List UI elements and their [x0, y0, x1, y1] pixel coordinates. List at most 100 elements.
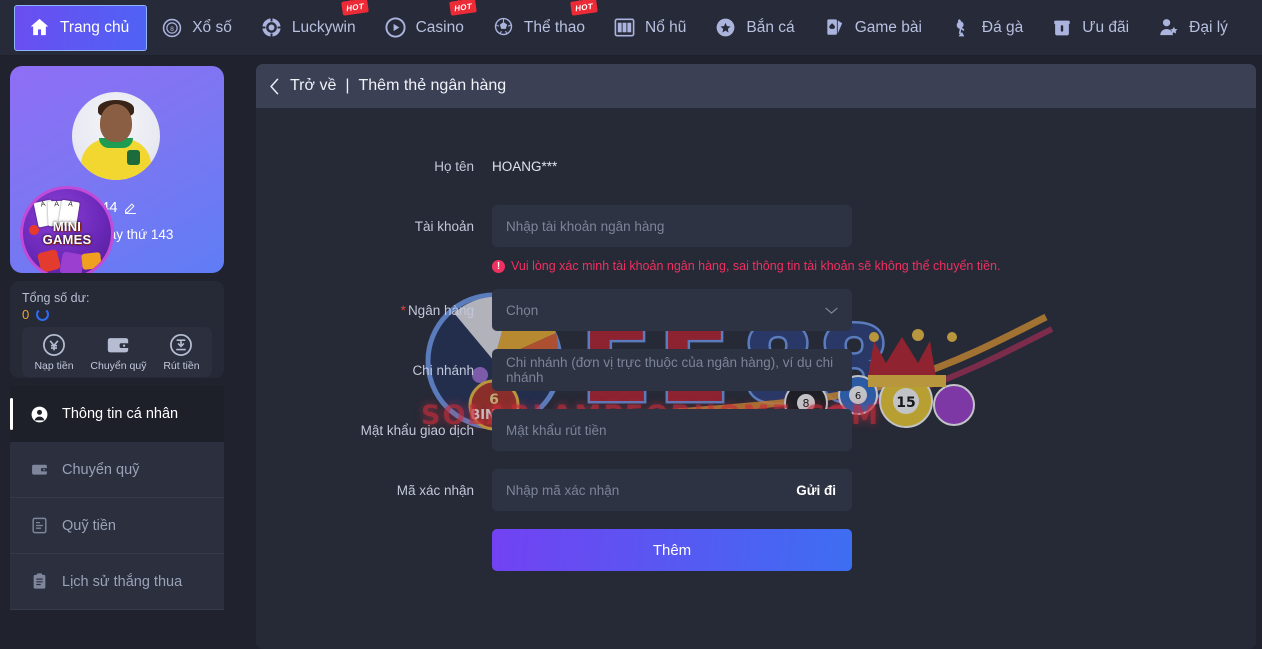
required-asterisk: *	[400, 302, 406, 318]
hot-badge: HOT	[570, 0, 598, 16]
balance-label: Tổng số dư:	[22, 291, 90, 305]
top-navigation: Trang chủ 8 Xổ số Luckywin HOT Casino HO…	[0, 0, 1262, 56]
nav-item-luckywin[interactable]: Luckywin HOT	[246, 0, 370, 50]
field-row-account: Tài khoản Nhập tài khoản ngân hàng	[256, 205, 1256, 247]
bank-label: * Ngân hàng	[256, 303, 492, 318]
wallet-icon	[32, 464, 48, 475]
sidebar-item-quy-tien[interactable]: Quỹ tiền	[10, 498, 224, 554]
page-title: Thêm thẻ ngân hàng	[358, 77, 507, 94]
nav-item-uu-dai[interactable]: Ưu đãi	[1037, 6, 1143, 50]
minigames-badge[interactable]: A A A MINI GAMES	[20, 186, 114, 273]
clipboard-icon	[33, 573, 46, 589]
captcha-placeholder: Nhập mã xác nhận	[506, 482, 620, 498]
form-card: 6 BINGO E E 8 8 8 6 15	[256, 108, 1256, 649]
send-code-button[interactable]: Gửi đi	[796, 469, 836, 511]
nav-label: Thể thao	[523, 18, 586, 36]
balance-row: 0	[22, 307, 212, 322]
nav-item-dai-ly[interactable]: Đại lý	[1143, 6, 1242, 50]
page-body: lam2244 nhập ngày thứ 143 A A A MINI	[0, 56, 1262, 649]
action-label: Rút tiền	[163, 360, 200, 372]
nav-label: Đá gà	[981, 18, 1024, 36]
field-row-password: Mật khẩu giao dịch Mật khẩu rút tiền	[256, 409, 1256, 451]
sidebar-item-label: Quỹ tiền	[62, 517, 116, 534]
branch-label: Chi nhánh	[412, 362, 474, 378]
rooster-icon	[956, 19, 965, 37]
action-rut-tien[interactable]: Rút tiền	[163, 332, 200, 372]
nav-item-casino[interactable]: Casino HOT	[370, 0, 478, 50]
dice-red-icon	[36, 248, 62, 273]
balance-amount: 0	[22, 307, 30, 322]
fullname-label: Họ tên	[434, 158, 474, 174]
gift-box-icon	[1054, 20, 1071, 35]
profile-card: lam2244 nhập ngày thứ 143 A A A MINI	[10, 66, 224, 273]
play-circle-icon	[385, 17, 406, 38]
chevron-down-icon	[825, 306, 838, 314]
balance-actions: Nạp tiền Chuyển quỹ Rút tiền	[22, 327, 212, 377]
sidebar-item-label: Chuyển quỹ	[62, 461, 140, 478]
nav-item-the-thao[interactable]: Thể thao HOT	[478, 0, 599, 50]
password-input[interactable]: Mật khẩu rút tiền	[492, 409, 852, 451]
nav-item-da-ga[interactable]: Đá gà	[936, 6, 1037, 50]
nav-item-ban-ca[interactable]: Bắn cá	[700, 6, 808, 50]
account-placeholder: Nhập tài khoản ngân hàng	[506, 218, 665, 234]
submit-button[interactable]: Thêm	[492, 529, 852, 571]
nav-label: Luckywin	[291, 18, 356, 36]
wallet-icon	[108, 338, 130, 353]
minigames-line2: GAMES	[42, 232, 92, 247]
refresh-icon[interactable]	[36, 308, 50, 321]
sidebar-item-thong-tin-ca-nhan[interactable]: Thông tin cá nhân	[10, 386, 224, 442]
minigames-dot	[29, 225, 39, 235]
captcha-input[interactable]: Nhập mã xác nhận Gửi đi	[492, 469, 852, 511]
back-label: Trở về	[290, 77, 337, 94]
svg-text:8: 8	[170, 25, 174, 33]
sidebar-item-chuyen-quy[interactable]: Chuyển quỹ	[10, 442, 224, 498]
nav-label: Đại lý	[1189, 18, 1228, 36]
balance-card: Tổng số dư: 0 Nạp tiền Chuyển quỹ Rút ti…	[10, 281, 224, 378]
action-chuyen-quy[interactable]: Chuyển quỹ	[90, 332, 146, 372]
home-icon	[30, 18, 49, 36]
soccer-ball-icon	[494, 17, 513, 36]
account-input[interactable]: Nhập tài khoản ngân hàng	[492, 205, 852, 247]
error-circle-icon: !	[492, 259, 505, 273]
nav-item-game-bai[interactable]: Game bài	[809, 6, 936, 50]
field-row-captcha: Mã xác nhận Nhập mã xác nhận Gửi đi	[256, 469, 1256, 511]
nav-label: Bắn cá	[746, 18, 795, 36]
sidebar-item-label: Thông tin cá nhân	[62, 406, 179, 422]
hot-badge: HOT	[340, 0, 369, 16]
account-label: Tài khoản	[414, 218, 474, 234]
action-nap-tien[interactable]: Nạp tiền	[34, 332, 74, 372]
withdraw-atm-icon	[170, 334, 193, 356]
bank-card-form: Họ tên HOANG*** Tài khoản Nhập tài khoản…	[256, 108, 1256, 571]
deposit-coin-icon	[43, 334, 65, 356]
bank-select[interactable]: Chọn	[492, 289, 852, 331]
poker-chip-icon	[261, 17, 282, 38]
branch-placeholder: Chi nhánh (đơn vị trực thuộc của ngân hà…	[506, 355, 834, 385]
field-row-fullname: Họ tên HOANG***	[256, 145, 1256, 187]
lottery-ball-icon: 8	[163, 18, 182, 37]
minigames-text: MINI GAMES	[43, 220, 92, 246]
sidebar-item-lich-su-thang-thua[interactable]: Lịch sử thắng thua	[10, 554, 224, 610]
nav-item-xo-so[interactable]: 8 Xổ số	[147, 6, 246, 50]
nav-label: Ưu đãi	[1082, 18, 1130, 36]
sidebar-item-label: Lịch sử thắng thua	[62, 573, 183, 590]
nav-label: Game bài	[854, 18, 922, 36]
nav-label: Trang chủ	[60, 18, 130, 36]
nav-item-trang-chu[interactable]: Trang chủ	[14, 4, 148, 51]
branch-input[interactable]: Chi nhánh (đơn vị trực thuộc của ngân hà…	[492, 349, 852, 391]
user-circle-icon	[31, 406, 48, 422]
header-separator: |	[345, 77, 350, 94]
fullname-value: HOANG***	[492, 158, 558, 174]
sidebar: lam2244 nhập ngày thứ 143 A A A MINI	[0, 56, 250, 649]
main-panel: Trở về | Thêm thẻ ngân hàng 6 BINGO E E …	[250, 56, 1262, 649]
agent-user-icon	[1160, 19, 1178, 36]
fish-target-icon	[717, 18, 735, 37]
edit-pencil-icon[interactable]	[124, 201, 137, 214]
nav-label: Casino	[415, 18, 464, 36]
nav-item-no-hu[interactable]: Nổ hũ	[599, 6, 700, 50]
chevron-left-icon[interactable]	[268, 77, 281, 95]
sidebar-menu: Thông tin cá nhân Chuyển quỹ Quỹ tiền Lị…	[10, 386, 224, 610]
action-label: Nạp tiền	[34, 360, 74, 372]
field-row-branch: Chi nhánh Chi nhánh (đơn vị trực thuộc c…	[256, 349, 1256, 391]
dice-orange-icon	[81, 252, 102, 270]
back-header[interactable]: Trở về | Thêm thẻ ngân hàng	[256, 64, 1256, 108]
